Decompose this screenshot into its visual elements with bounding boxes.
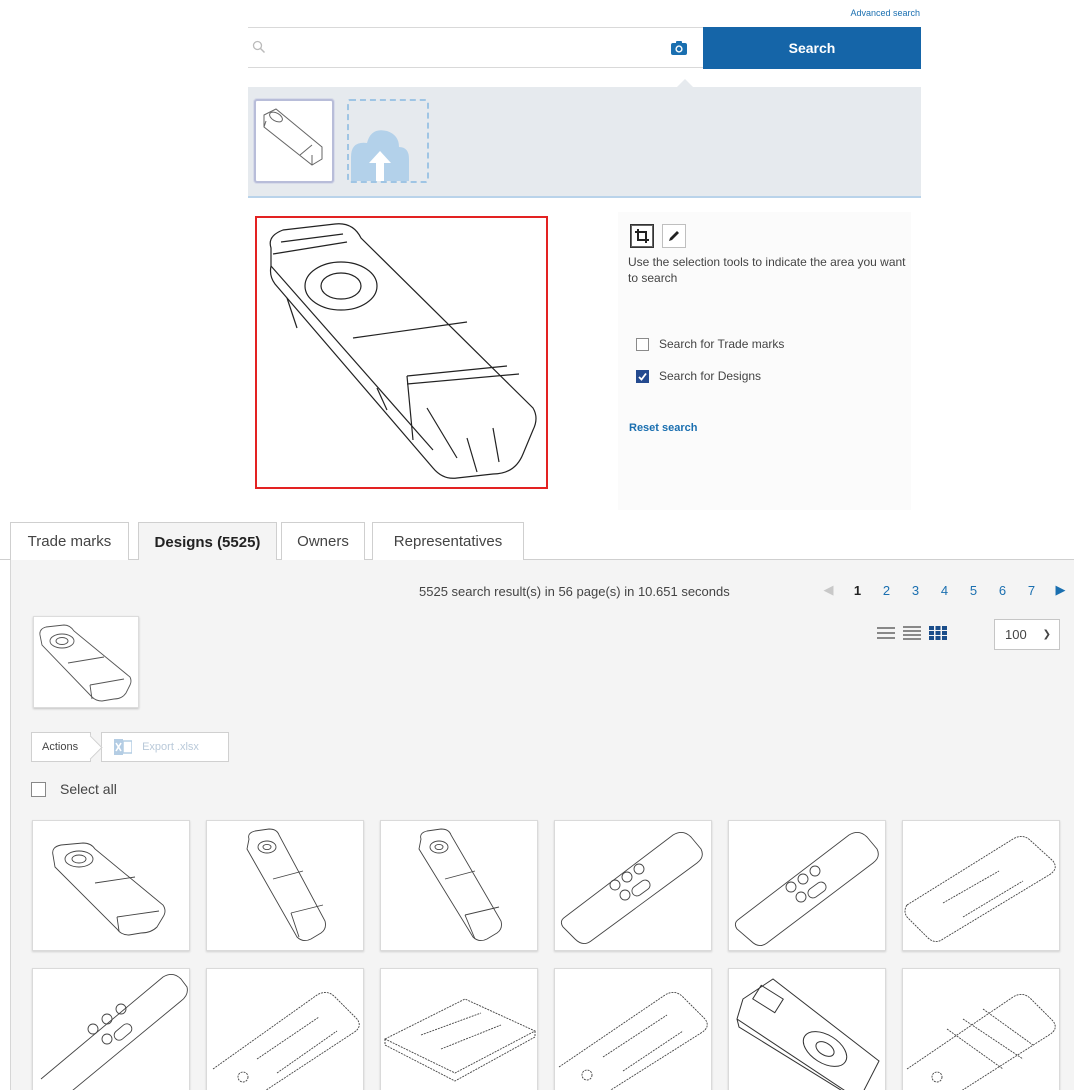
image-upload-panel — [248, 87, 921, 198]
query-image-thumbnail — [33, 616, 139, 708]
selection-help-text: Use the selection tools to indicate the … — [628, 255, 906, 285]
search-trademarks-option[interactable]: Search for Trade marks — [636, 337, 784, 351]
tab-trade-marks[interactable]: Trade marks — [10, 522, 129, 560]
search-button[interactable]: Search — [703, 27, 921, 69]
search-designs-option[interactable]: Search for Designs — [636, 369, 761, 383]
result-thumbnail[interactable] — [380, 820, 538, 951]
grid-view-icon[interactable] — [929, 626, 947, 640]
select-all-label: Select all — [60, 781, 117, 797]
results-summary: 5525 search result(s) in 56 page(s) in 1… — [419, 584, 730, 599]
result-thumbnail[interactable] — [206, 820, 364, 951]
page-link-6[interactable]: 6 — [988, 583, 1017, 598]
search-icon — [252, 40, 266, 54]
remote-control-drawing — [560, 832, 703, 944]
image-selection-area[interactable] — [255, 216, 548, 489]
result-thumbnail[interactable] — [728, 820, 886, 951]
checkmark-icon — [638, 372, 647, 381]
list-view-icon[interactable] — [877, 626, 895, 640]
search-designs-label: Search for Designs — [659, 369, 762, 383]
page-link-1[interactable]: 1 — [843, 583, 872, 598]
page-link-2[interactable]: 2 — [872, 583, 901, 598]
chevron-down-icon: ❯ — [1042, 629, 1051, 640]
result-thumbnail[interactable] — [902, 968, 1060, 1090]
phone-drawing — [906, 994, 1056, 1090]
remote-control-thumbnail-drawing — [39, 624, 132, 702]
search-trademarks-checkbox[interactable] — [636, 337, 649, 351]
upload-image-dropzone[interactable] — [347, 99, 429, 183]
draw-tool-button[interactable] — [662, 224, 686, 248]
view-mode-switcher — [877, 626, 955, 640]
result-thumbnail[interactable] — [206, 968, 364, 1090]
tab-representatives[interactable]: Representatives — [372, 522, 524, 560]
result-thumbnail[interactable] — [380, 968, 538, 1090]
excel-icon — [114, 739, 133, 755]
search-trademarks-label: Search for Trade marks — [659, 337, 785, 351]
uploaded-image-thumbnail[interactable] — [254, 99, 334, 183]
tab-owners[interactable]: Owners — [281, 522, 365, 560]
tablet-drawing — [383, 998, 537, 1082]
next-page-icon[interactable]: ▶ — [1046, 582, 1074, 598]
export-xlsx-label: Export .xlsx — [142, 741, 199, 753]
phone-drawing — [558, 992, 708, 1090]
selection-tools-panel: Use the selection tools to indicate the … — [618, 212, 911, 510]
page-link-5[interactable]: 5 — [959, 583, 988, 598]
remote-control-thumbnail-drawing — [263, 108, 323, 166]
remote-control-drawing — [269, 223, 537, 479]
page-link-4[interactable]: 4 — [930, 583, 959, 598]
per-page-value: 100 — [1005, 627, 1027, 642]
tab-designs[interactable]: Designs (5525) — [138, 522, 277, 561]
page-link-7[interactable]: 7 — [1017, 583, 1046, 598]
actions-bar: Actions Export .xlsx — [31, 732, 230, 762]
result-thumbnail[interactable] — [902, 820, 1060, 951]
cloud-upload-icon — [351, 130, 409, 181]
music-player-drawing — [736, 978, 880, 1090]
phone-drawing — [904, 836, 1056, 942]
previous-page-icon[interactable]: ◀ — [814, 582, 843, 598]
result-thumbnail[interactable] — [728, 968, 886, 1090]
result-thumbnail[interactable] — [32, 968, 190, 1090]
actions-label: Actions — [31, 732, 92, 762]
search-bar: Search — [248, 27, 921, 69]
result-thumbnail[interactable] — [32, 820, 190, 951]
reset-search-link[interactable]: Reset search — [629, 422, 698, 434]
remote-control-drawing — [246, 828, 326, 942]
pencil-icon — [669, 231, 679, 241]
select-all-option[interactable]: Select all — [31, 781, 117, 797]
remote-control-drawing — [734, 832, 879, 946]
camera-icon[interactable] — [670, 40, 688, 56]
pagination: ◀ 1 2 3 4 5 6 7 ▶ — [814, 582, 1074, 598]
search-designs-checkbox[interactable] — [636, 369, 649, 383]
advanced-search-link[interactable]: Advanced search — [820, 8, 920, 18]
partially-hidden-text — [253, 500, 256, 510]
export-xlsx-button[interactable]: Export .xlsx — [101, 732, 230, 762]
result-thumbnail[interactable] — [554, 968, 712, 1090]
results-per-page-select[interactable]: 100 ❯ — [994, 619, 1060, 650]
crop-icon — [635, 229, 649, 243]
remote-control-drawing — [52, 842, 166, 936]
result-tabs: Trade marks Designs (5525) Owners Repres… — [0, 522, 1074, 561]
remote-control-drawing — [418, 828, 502, 942]
result-thumbnail[interactable] — [554, 820, 712, 951]
select-all-checkbox[interactable] — [31, 781, 46, 797]
compact-list-view-icon[interactable] — [903, 626, 921, 640]
phone-drawing — [212, 992, 360, 1090]
results-panel: 5525 search result(s) in 56 page(s) in 1… — [10, 560, 1074, 1090]
page-link-3[interactable]: 3 — [901, 583, 930, 598]
remote-control-drawing — [40, 974, 188, 1090]
crop-tool-button[interactable] — [630, 224, 654, 248]
